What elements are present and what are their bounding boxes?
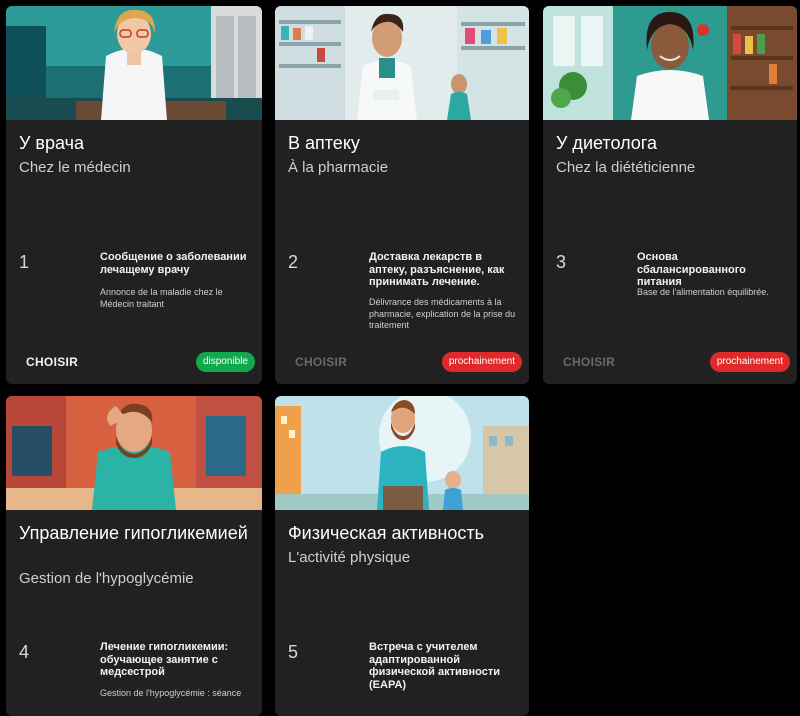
card-title: Физическая активность	[288, 523, 484, 543]
lesson-description: Сообщение о заболевании лечащему врачу	[100, 251, 247, 276]
lesson-number: 3	[556, 252, 567, 272]
status-badge: prochainement	[709, 352, 790, 372]
lesson-description-fr: Base de l'alimentation équilibrée.	[637, 287, 769, 297]
lesson-card-pharmacy: В аптеку À la pharmacie 2 Доставка лекар…	[275, 6, 529, 384]
lesson-description: Лечение гипогликемии: обучающее занятие …	[100, 641, 229, 678]
card-title: У диетолога	[556, 133, 657, 153]
doctor-illustration	[6, 6, 262, 120]
card-subtitle: À la pharmacie	[288, 159, 389, 176]
lesson-description: Встреча с учителем адаптированной физиче…	[369, 641, 501, 691]
pharmacist-illustration	[275, 6, 529, 120]
choose-button[interactable]: CHOISIR	[563, 355, 615, 369]
lesson-card-hypoglycemia: Управление гипогликемией Gestion de l'hy…	[6, 396, 262, 716]
lesson-description-fr: Délivrance des médicaments à la pharmaci…	[369, 297, 516, 330]
card-subtitle: Chez la diététicienne	[556, 159, 696, 176]
running-father-son-illustration	[275, 396, 529, 510]
lesson-description-fr: Gestion de l'hypoglycémie : séance	[100, 688, 242, 698]
lesson-number: 4	[19, 642, 30, 662]
dizzy-man-illustration	[6, 396, 262, 510]
card-grid: У врача Chez le médecin 1 Сообщение о за…	[0, 0, 800, 716]
lesson-card-physical-activity: Физическая активность L'activité physiqu…	[275, 396, 529, 716]
card-subtitle: L'activité physique	[288, 549, 411, 566]
status-badge: prochainement	[441, 352, 522, 372]
choose-button[interactable]: CHOISIR	[295, 355, 347, 369]
card-title: Управление гипогликемией	[19, 523, 248, 543]
lesson-description: Доставка лекарств в аптеку, разъяснение,…	[369, 251, 505, 288]
dietitian-illustration	[543, 6, 797, 120]
lesson-card-doctor: У врача Chez le médecin 1 Сообщение о за…	[6, 6, 262, 384]
card-subtitle: Chez le médecin	[19, 159, 131, 176]
card-title: У врача	[19, 133, 85, 153]
card-title: В аптеку	[288, 133, 360, 153]
lesson-number: 5	[288, 642, 299, 662]
lesson-card-dietitian: У диетолога Chez la diététicienne 3 Осно…	[543, 6, 797, 384]
choose-button[interactable]: CHOISIR	[26, 355, 78, 369]
lesson-number: 2	[288, 252, 299, 272]
lesson-description: Основа сбалансированного питания	[637, 251, 746, 288]
lesson-number: 1	[19, 252, 30, 272]
lesson-description-fr: Annonce de la maladie chez le Médecin tr…	[100, 287, 223, 309]
status-badge: disponible	[195, 352, 255, 372]
card-subtitle: Gestion de l'hypoglycémie	[19, 570, 194, 587]
